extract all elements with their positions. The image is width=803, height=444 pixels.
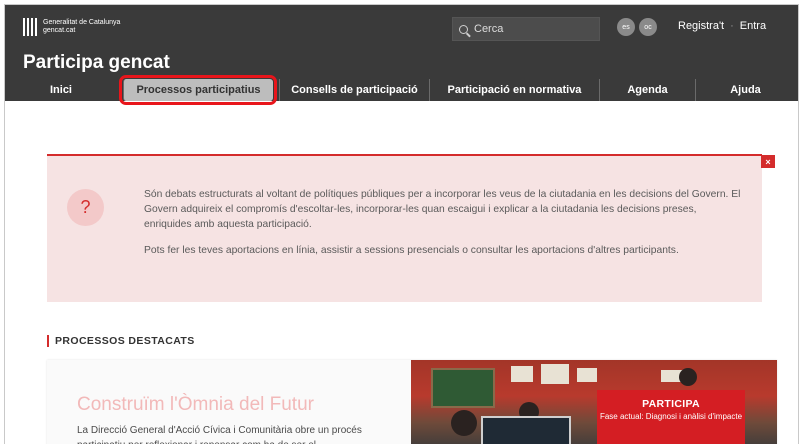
photo-person xyxy=(679,368,697,386)
gencat-logo[interactable]: Generalitat de Catalunya gencat.cat xyxy=(23,15,120,39)
browser-frame: Generalitat de Catalunya gencat.cat es o… xyxy=(4,4,799,444)
register-link[interactable]: Registra't xyxy=(678,20,724,32)
close-icon[interactable]: × xyxy=(761,155,775,168)
nav-item-inici[interactable]: Inici xyxy=(5,79,117,101)
auth-separator: · xyxy=(730,20,734,32)
participa-badge[interactable]: PARTICIPA Fase actual: Diagnosi i anàlis… xyxy=(597,390,745,444)
badge-title: PARTICIPA xyxy=(642,398,700,410)
nav-item-processos-participatius[interactable]: Processos participatius xyxy=(119,75,277,105)
badge-subtitle: Fase actual: Diagnosi i anàlisi d'impact… xyxy=(599,412,743,421)
photo-person xyxy=(451,410,477,436)
login-link[interactable]: Entra xyxy=(740,20,766,32)
featured-process-card[interactable]: Construïm l'Òmnia del Futur La Direcció … xyxy=(47,360,777,444)
search-icon xyxy=(459,24,468,34)
alert-text: Són debats estructurats al voltant de po… xyxy=(144,187,744,258)
logo-line1: Generalitat de Catalunya xyxy=(43,19,121,26)
nav-item-consells-de-participacio[interactable]: Consells de participació xyxy=(279,79,429,101)
photo-screen xyxy=(481,416,571,444)
card-photo[interactable]: PARTICIPA Fase actual: Diagnosi i anàlis… xyxy=(411,360,777,444)
search-box[interactable] xyxy=(452,17,600,41)
card-text-panel: Construïm l'Òmnia del Futur La Direcció … xyxy=(47,360,411,444)
card-description: La Direcció General d'Acció Cívica i Com… xyxy=(77,425,362,444)
nav-item-participacio-en-normativa[interactable]: Participació en normativa xyxy=(429,79,599,101)
photo-paper xyxy=(541,364,569,384)
language-es-button[interactable]: es xyxy=(617,18,635,36)
photo-paper xyxy=(577,368,597,382)
nav-item-ajuda[interactable]: Ajuda xyxy=(695,79,795,101)
alert-paragraph-2: Pots fer les teves aportacions en línia,… xyxy=(144,245,679,256)
site-title[interactable]: Participa gencat xyxy=(23,52,170,74)
site-header: Generalitat de Catalunya gencat.cat es o… xyxy=(5,5,798,105)
question-icon: ? xyxy=(67,189,104,226)
auth-links: Registra't · Entra xyxy=(678,20,766,32)
logo-line2: gencat.cat xyxy=(43,27,76,34)
main-nav: Inici Processos participatius Consells d… xyxy=(5,75,798,105)
generalitat-logo-icon xyxy=(23,18,37,36)
nav-item-agenda[interactable]: Agenda xyxy=(599,79,695,101)
photo-paper xyxy=(511,366,533,382)
photo-board xyxy=(431,368,495,408)
language-oc-button[interactable]: oc xyxy=(639,18,657,36)
alert-paragraph-1: Són debats estructurats al voltant de po… xyxy=(144,189,741,230)
search-input[interactable] xyxy=(474,23,584,35)
section-title-featured: PROCESSOS DESTACATS xyxy=(47,335,195,347)
card-title[interactable]: Construïm l'Òmnia del Futur xyxy=(77,394,314,416)
logo-text: Generalitat de Catalunya gencat.cat xyxy=(43,19,120,35)
